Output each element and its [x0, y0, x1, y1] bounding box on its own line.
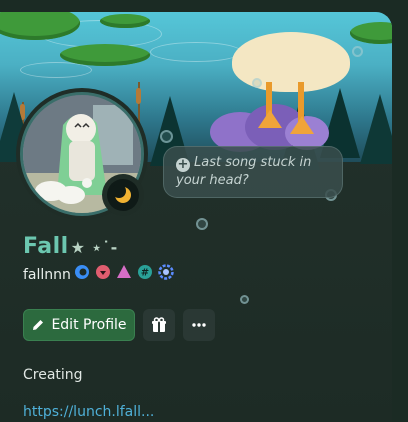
name-decoration: ★ ⋆˙-: [70, 238, 118, 257]
badge-list: #: [74, 264, 174, 280]
gift-icon: [152, 317, 166, 332]
status-indicator[interactable]: [102, 174, 144, 216]
quest-badge-icon[interactable]: [158, 264, 174, 280]
more-options-button[interactable]: [183, 309, 215, 341]
profile-card: + Last song stuck in your head? Fall ★ ⋆˙-…: [0, 12, 392, 422]
edit-profile-label: Edit Profile: [51, 317, 127, 333]
hashtag-badge-icon[interactable]: #: [137, 264, 153, 280]
custom-status-bubble[interactable]: + Last song stuck in your head?: [163, 146, 343, 198]
triangle-badge-icon[interactable]: [116, 264, 132, 280]
about-me-text: Creating: [23, 367, 83, 383]
goose-illustration: [232, 32, 350, 92]
svg-text:#: #: [141, 268, 149, 279]
add-status-icon: +: [176, 157, 190, 172]
ellipsis-icon: [192, 323, 206, 327]
edit-profile-button[interactable]: Edit Profile: [23, 309, 135, 341]
display-name: Fall ★ ⋆˙-: [23, 234, 118, 259]
custom-status-text: Last song stuck in your head?: [176, 155, 312, 188]
idle-moon-icon: [113, 185, 131, 203]
nitro-badge-icon[interactable]: [74, 264, 90, 280]
nitro-gift-button[interactable]: [143, 309, 175, 341]
display-name-text: Fall: [23, 234, 69, 259]
username: fallnnn: [23, 267, 71, 283]
profile-link[interactable]: https://lunch.lfall...: [23, 404, 154, 420]
pencil-icon: [33, 320, 44, 330]
heart-badge-icon[interactable]: [95, 264, 111, 280]
